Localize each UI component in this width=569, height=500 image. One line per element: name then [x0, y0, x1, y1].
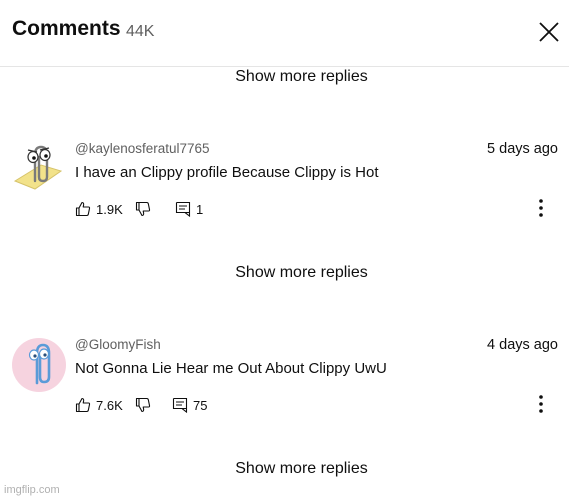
- comment-text: Not Gonna Lie Hear me Out About Clippy U…: [75, 360, 387, 377]
- reply-count: 75: [193, 397, 208, 413]
- comment-timestamp[interactable]: 5 days ago: [487, 141, 558, 157]
- show-more-replies-label[interactable]: Show more replies: [235, 460, 368, 477]
- comment-handle[interactable]: @kaylenosferatul7765: [75, 141, 210, 156]
- reply-comment-icon: [172, 397, 188, 413]
- more-options-icon[interactable]: [536, 393, 546, 415]
- like-count: 7.6K: [96, 397, 123, 413]
- reply-comment-icon: [175, 201, 191, 217]
- more-options-icon[interactable]: [536, 197, 546, 219]
- show-more-replies-2[interactable]: Show more replies: [0, 264, 569, 282]
- reply-count: 1: [196, 201, 204, 217]
- comments-title: Comments: [12, 17, 121, 40]
- avatar-clippy-icon[interactable]: [11, 337, 67, 393]
- dislike-button[interactable]: [135, 397, 151, 413]
- comment-text: I have an Clippy profile Because Clippy …: [75, 164, 379, 181]
- show-more-replies-label[interactable]: Show more replies: [235, 68, 368, 85]
- comments-header: Comments 44K: [0, 0, 569, 67]
- dislike-button[interactable]: [135, 201, 151, 217]
- comment-item: @GloomyFish 4 days ago Not Gonna Lie Hea…: [0, 337, 569, 427]
- show-more-replies-1[interactable]: Show more replies: [0, 68, 569, 86]
- thumbs-up-icon: [75, 397, 91, 413]
- like-button[interactable]: 1.9K: [75, 201, 123, 217]
- close-icon[interactable]: [536, 19, 562, 45]
- like-count: 1.9K: [96, 201, 123, 217]
- comment-item: @kaylenosferatul7765 5 days ago I have a…: [0, 141, 569, 231]
- reply-button[interactable]: 1: [175, 201, 203, 217]
- show-more-replies-3[interactable]: Show more replies: [0, 460, 569, 478]
- show-more-replies-label[interactable]: Show more replies: [235, 264, 368, 281]
- comments-count: 44K: [126, 23, 155, 40]
- comment-handle[interactable]: @GloomyFish: [75, 337, 161, 352]
- thumbs-down-icon: [135, 397, 151, 413]
- thumbs-up-icon: [75, 201, 91, 217]
- avatar-clippy-icon[interactable]: [11, 141, 67, 197]
- thumbs-down-icon: [135, 201, 151, 217]
- like-button[interactable]: 7.6K: [75, 397, 123, 413]
- watermark: imgflip.com: [4, 484, 60, 496]
- reply-button[interactable]: 75: [172, 397, 207, 413]
- comment-timestamp[interactable]: 4 days ago: [487, 337, 558, 353]
